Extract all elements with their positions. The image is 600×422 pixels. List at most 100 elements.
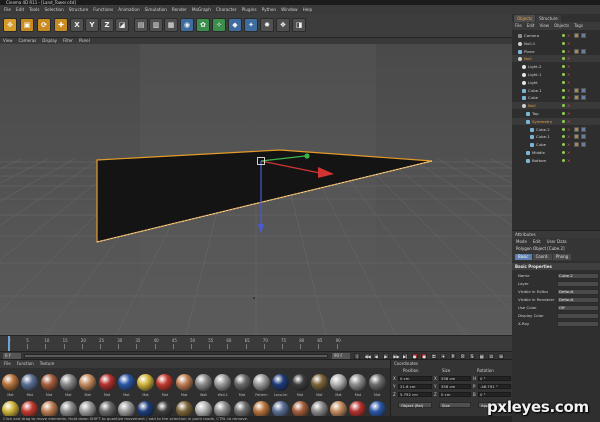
object-row[interactable]: Cube.2 ✕ bbox=[512, 126, 600, 133]
visibility-editor-icon[interactable] bbox=[562, 73, 565, 76]
visibility-editor-icon[interactable] bbox=[562, 41, 565, 45]
object-row[interactable]: Null ✕ bbox=[512, 102, 600, 110]
coordinate-system-icon[interactable]: ◪ bbox=[115, 18, 129, 32]
position-y-field[interactable]: 21.6 cm bbox=[398, 384, 432, 389]
timeline-ruler[interactable]: 051015202530354045505560657075808590 bbox=[0, 335, 512, 351]
visibility-editor-icon[interactable] bbox=[562, 135, 565, 139]
phong-tag-icon[interactable] bbox=[581, 48, 586, 54]
material-swatch[interactable] bbox=[137, 374, 155, 391]
attribute-value[interactable]: Off bbox=[557, 305, 599, 311]
texture-tag-icon[interactable] bbox=[574, 87, 579, 93]
y-axis-icon[interactable]: Y bbox=[85, 18, 99, 32]
visibility-editor-icon[interactable] bbox=[562, 80, 565, 84]
menu-item-help[interactable]: Help bbox=[303, 7, 313, 12]
enable-toggle-icon[interactable]: ✕ bbox=[567, 110, 570, 117]
material-swatch[interactable] bbox=[79, 374, 97, 391]
enable-toggle-icon[interactable]: ✕ bbox=[567, 87, 570, 94]
material-swatch[interactable] bbox=[214, 374, 232, 391]
menu-item-file[interactable]: File bbox=[4, 7, 11, 12]
visibility-editor-icon[interactable] bbox=[562, 143, 565, 147]
rotate-tool-icon[interactable]: ⟳ bbox=[37, 18, 51, 32]
menu-item-python[interactable]: Python bbox=[262, 7, 277, 12]
material-swatch[interactable] bbox=[272, 374, 290, 391]
object-row[interactable]: Cube ✕ bbox=[512, 94, 600, 101]
material-swatch[interactable] bbox=[195, 374, 212, 391]
position-z-field[interactable]: 5.792 cm bbox=[398, 392, 432, 397]
menu-item-edit[interactable]: Edit bbox=[16, 7, 24, 12]
material-swatch[interactable] bbox=[40, 374, 58, 391]
render-view-icon[interactable]: ▤ bbox=[134, 18, 148, 32]
rotation-p-field[interactable]: -46.791 ° bbox=[478, 384, 511, 389]
enable-toggle-icon[interactable]: ✕ bbox=[567, 149, 570, 156]
object-menu-view[interactable]: View bbox=[539, 22, 549, 30]
phong-tag-icon[interactable] bbox=[581, 142, 586, 148]
enable-toggle-icon[interactable]: ✕ bbox=[567, 94, 570, 101]
material-swatch[interactable] bbox=[156, 374, 174, 391]
scene-icon[interactable]: ✦ bbox=[244, 18, 258, 32]
attr-tab-basic[interactable]: Basic bbox=[515, 254, 532, 260]
attr-tab-coord[interactable]: Coord. bbox=[532, 254, 552, 260]
menu-item-structure[interactable]: Structure bbox=[69, 7, 88, 12]
object-row[interactable]: Cube.1 ✕ bbox=[512, 133, 600, 140]
attribute-value[interactable] bbox=[557, 321, 599, 327]
attributes-menu-user-data[interactable]: User Data bbox=[547, 238, 567, 245]
position-x-field[interactable]: 0 cm bbox=[398, 376, 432, 381]
nurbs-icon[interactable]: ✿ bbox=[196, 18, 210, 32]
render-picture-viewer-icon[interactable]: ▥ bbox=[149, 18, 163, 32]
tab-structure[interactable]: Structure bbox=[536, 15, 561, 22]
object-menu-file[interactable]: File bbox=[515, 22, 522, 30]
size-mode-select[interactable]: Size bbox=[439, 402, 471, 408]
object-row[interactable]: Top ✕ bbox=[512, 110, 600, 117]
size-x-field[interactable]: 258 cm bbox=[439, 376, 471, 381]
material-swatch[interactable] bbox=[175, 374, 193, 391]
enable-toggle-icon[interactable]: ✕ bbox=[567, 63, 570, 70]
object-row[interactable]: Light.1 ✕ bbox=[512, 71, 600, 78]
material-swatch[interactable] bbox=[59, 374, 77, 391]
visibility-editor-icon[interactable] bbox=[562, 104, 565, 108]
visibility-editor-icon[interactable] bbox=[562, 34, 565, 37]
material-menu-file[interactable]: File bbox=[4, 360, 11, 368]
menu-item-plugins[interactable]: Plugins bbox=[242, 7, 257, 12]
rotation-b-field[interactable]: 0 ° bbox=[478, 392, 511, 397]
texture-tag-icon[interactable] bbox=[574, 95, 579, 101]
visibility-editor-icon[interactable] bbox=[562, 151, 565, 154]
texture-tag-icon[interactable] bbox=[574, 33, 579, 38]
attr-tab-phong[interactable]: Phong bbox=[552, 254, 572, 260]
z-axis-icon[interactable]: Z bbox=[100, 18, 114, 32]
visibility-editor-icon[interactable] bbox=[562, 119, 565, 123]
object-menu-edit[interactable]: Edit bbox=[527, 22, 535, 30]
move-tool-icon[interactable]: ✥ bbox=[3, 18, 17, 32]
enable-toggle-icon[interactable]: ✕ bbox=[567, 157, 570, 164]
phong-tag-icon[interactable] bbox=[581, 126, 586, 132]
enable-toggle-icon[interactable]: ✕ bbox=[567, 71, 570, 78]
phong-tag-icon[interactable] bbox=[581, 87, 586, 93]
viewport-scene[interactable] bbox=[0, 44, 512, 335]
live-selection-icon[interactable]: ✚ bbox=[54, 18, 68, 32]
object-row[interactable]: Null ✕ bbox=[512, 55, 600, 63]
coordinate-mode-select[interactable]: Object (Rel) bbox=[398, 402, 432, 408]
object-row[interactable]: Light.2 ✕ bbox=[512, 63, 600, 70]
material-swatch[interactable] bbox=[291, 374, 309, 391]
render-settings-icon[interactable]: ▦ bbox=[164, 18, 178, 32]
3d-viewport[interactable] bbox=[0, 44, 512, 335]
enable-toggle-icon[interactable]: ✕ bbox=[567, 40, 570, 47]
enable-toggle-icon[interactable]: ✕ bbox=[567, 55, 570, 62]
texture-tag-icon[interactable] bbox=[574, 142, 579, 148]
menu-item-animation[interactable]: Animation bbox=[118, 7, 139, 12]
visibility-editor-icon[interactable] bbox=[562, 57, 565, 61]
object-row[interactable]: Symmetry ✕ bbox=[512, 117, 600, 125]
enable-toggle-icon[interactable]: ✕ bbox=[567, 79, 570, 86]
attribute-value[interactable]: Default bbox=[557, 297, 599, 303]
texture-tag-icon[interactable] bbox=[574, 134, 579, 140]
z-axis-knob-icon[interactable] bbox=[304, 153, 310, 159]
object-row[interactable]: Camera ✕ bbox=[512, 32, 600, 39]
enable-toggle-icon[interactable]: ✕ bbox=[567, 32, 570, 39]
object-menu-objects[interactable]: Objects bbox=[554, 22, 569, 30]
enable-toggle-icon[interactable]: ✕ bbox=[567, 102, 570, 109]
enable-toggle-icon[interactable]: ✕ bbox=[567, 126, 570, 133]
material-menu-texture[interactable]: Texture bbox=[40, 360, 55, 368]
attribute-value[interactable] bbox=[557, 281, 599, 287]
material-swatch[interactable] bbox=[21, 374, 39, 391]
object-menu-tags[interactable]: Tags bbox=[574, 22, 583, 30]
attributes-menu-edit[interactable]: Edit bbox=[533, 238, 541, 245]
